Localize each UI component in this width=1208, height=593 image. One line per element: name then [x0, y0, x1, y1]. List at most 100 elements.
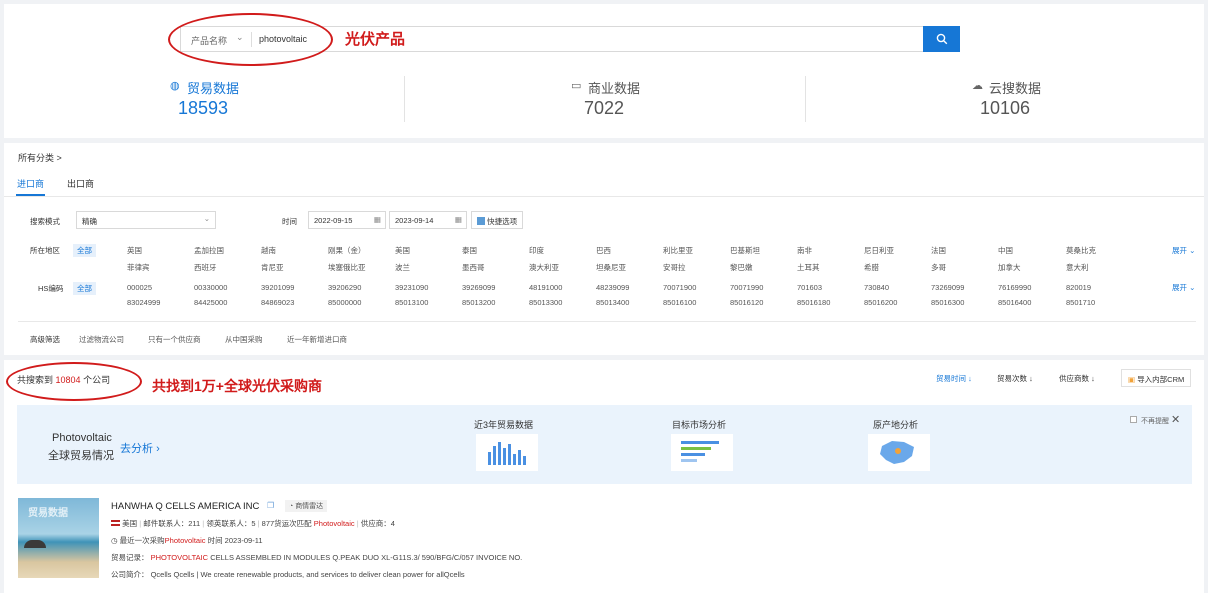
- stat-divider: [404, 76, 405, 122]
- company-name[interactable]: HANWHA Q CELLS AMERICA INC: [111, 501, 259, 512]
- go-analyze-link[interactable]: 去分析 ›: [120, 440, 160, 456]
- sort-trade-time[interactable]: 贸易时间 ↓: [936, 373, 972, 384]
- region-option[interactable]: 美国: [395, 245, 410, 256]
- region-option[interactable]: 英国: [127, 245, 142, 256]
- copy-icon[interactable]: ❐: [267, 501, 274, 510]
- region-option[interactable]: 刚果（金）: [328, 245, 366, 256]
- hs-code-option[interactable]: 85013300: [529, 298, 562, 307]
- import-crm-label: 导入内部CRM: [1137, 375, 1185, 384]
- supplier-count[interactable]: 供应商：4: [361, 519, 395, 528]
- email-contacts[interactable]: 邮件联系人：211: [143, 519, 200, 528]
- region-option[interactable]: 希腊: [864, 262, 879, 273]
- date-start-input[interactable]: 2022-09-15 ▦: [308, 211, 386, 229]
- hs-code-option[interactable]: 701603: [797, 283, 822, 292]
- region-option[interactable]: 尼日利亚: [864, 245, 894, 256]
- hs-code-option[interactable]: 39269099: [462, 283, 495, 292]
- adv-option-single-supplier[interactable]: 只有一个供应商: [148, 334, 201, 345]
- region-option[interactable]: 西班牙: [194, 262, 217, 273]
- region-option[interactable]: 巴基斯坦: [730, 245, 760, 256]
- import-crm-button[interactable]: ▣ 导入内部CRM: [1121, 369, 1192, 387]
- date-end-input[interactable]: 2023-09-14 ▦: [389, 211, 467, 229]
- card-trade-chart[interactable]: [476, 434, 538, 471]
- linkedin-contacts[interactable]: 领英联系人：5: [206, 519, 255, 528]
- region-option[interactable]: 越南: [261, 245, 276, 256]
- hs-code-option[interactable]: 39206290: [328, 283, 361, 292]
- hs-code-option[interactable]: 000025: [127, 283, 152, 292]
- hs-code-option[interactable]: 85016300: [931, 298, 964, 307]
- region-option[interactable]: 泰国: [462, 245, 477, 256]
- hs-code-option[interactable]: 83024999: [127, 298, 160, 307]
- sort-supplier-count[interactable]: 供应商数 ↓: [1059, 373, 1095, 384]
- region-option[interactable]: 法国: [931, 245, 946, 256]
- region-option[interactable]: 澳大利亚: [529, 262, 559, 273]
- clock-icon: ◷: [111, 536, 118, 545]
- region-option[interactable]: 肯尼亚: [261, 262, 284, 273]
- region-option[interactable]: 黎巴嫩: [730, 262, 753, 273]
- hs-code-option[interactable]: 73269099: [931, 283, 964, 292]
- tab-exporter[interactable]: 出口商: [67, 177, 94, 190]
- region-option[interactable]: 孟加拉国: [194, 245, 224, 256]
- close-icon[interactable]: ✕: [1171, 413, 1180, 426]
- radar-tag[interactable]: ◔ 商情雷达: [285, 500, 328, 512]
- hs-code-option[interactable]: 39231090: [395, 283, 428, 292]
- hs-code-option[interactable]: 85016180: [797, 298, 830, 307]
- hs-code-option[interactable]: 85013200: [462, 298, 495, 307]
- dismiss-checkbox[interactable]: [1130, 416, 1137, 423]
- region-option[interactable]: 莫桑比克: [1066, 245, 1096, 256]
- hs-code-option[interactable]: 85016400: [998, 298, 1031, 307]
- stat-business-label: 商业数据: [588, 81, 641, 96]
- region-option[interactable]: 波兰: [395, 262, 410, 273]
- hs-code-option[interactable]: 85016120: [730, 298, 763, 307]
- hs-code-option[interactable]: 00330000: [194, 283, 227, 292]
- region-expand[interactable]: 展开 ⌄: [1172, 245, 1195, 256]
- region-option[interactable]: 中国: [998, 245, 1013, 256]
- waybill-keyword: Photovoltaic: [313, 519, 355, 528]
- hs-code-option[interactable]: 76169990: [998, 283, 1031, 292]
- card-origin-chart[interactable]: [868, 434, 930, 471]
- hs-code-option[interactable]: 39201099: [261, 283, 294, 292]
- hs-all-chip[interactable]: 全部: [73, 282, 96, 295]
- hs-code-option[interactable]: 85016200: [864, 298, 897, 307]
- adv-option-logistics[interactable]: 过滤物流公司: [79, 334, 124, 345]
- hs-code-option[interactable]: 48191000: [529, 283, 562, 292]
- region-option[interactable]: 多哥: [931, 262, 946, 273]
- hs-code-option[interactable]: 730840: [864, 283, 889, 292]
- region-option[interactable]: 坦桑尼亚: [596, 262, 626, 273]
- region-option[interactable]: 菲律宾: [127, 262, 150, 273]
- region-option[interactable]: 安哥拉: [663, 262, 686, 273]
- breadcrumb[interactable]: 所有分类 >: [18, 151, 62, 164]
- region-option[interactable]: 南非: [797, 245, 812, 256]
- hbar-chart-icon: [681, 441, 719, 462]
- card-market-chart[interactable]: [671, 434, 733, 471]
- hs-code-option[interactable]: 48239099: [596, 283, 629, 292]
- hs-code-option[interactable]: 8501710: [1066, 298, 1095, 307]
- hs-expand[interactable]: 展开 ⌄: [1172, 282, 1195, 293]
- adv-option-china[interactable]: 从中国采购: [225, 334, 263, 345]
- hs-code-option[interactable]: 85013100: [395, 298, 428, 307]
- hs-code-option[interactable]: 70071990: [730, 283, 763, 292]
- region-option[interactable]: 利比里亚: [663, 245, 693, 256]
- hs-code-option[interactable]: 85000000: [328, 298, 361, 307]
- hs-code-option[interactable]: 84869023: [261, 298, 294, 307]
- search-button[interactable]: [923, 26, 960, 52]
- region-option[interactable]: 埃塞俄比亚: [328, 262, 366, 273]
- hs-code-option[interactable]: 70071900: [663, 283, 696, 292]
- quick-option-button[interactable]: 快捷选项: [471, 211, 524, 229]
- company-thumbnail[interactable]: 贸易数据: [18, 498, 99, 578]
- region-option[interactable]: 土耳其: [797, 262, 820, 273]
- hs-code-option[interactable]: 85016100: [663, 298, 696, 307]
- region-option[interactable]: 加拿大: [998, 262, 1021, 273]
- hs-code-option[interactable]: 85013400: [596, 298, 629, 307]
- region-all-chip[interactable]: 全部: [73, 244, 96, 257]
- tab-importer[interactable]: 进口商: [17, 177, 44, 190]
- hs-code-option[interactable]: 84425000: [194, 298, 227, 307]
- sort-trade-count[interactable]: 贸易次数 ↓: [997, 373, 1033, 384]
- region-option[interactable]: 墨西哥: [462, 262, 485, 273]
- search-mode-select[interactable]: 精确 ⌄: [76, 211, 216, 229]
- stat-business-value: 7022: [584, 98, 625, 118]
- region-option[interactable]: 巴西: [596, 245, 611, 256]
- region-option[interactable]: 印度: [529, 245, 544, 256]
- adv-option-new-importers[interactable]: 近一年新增进口商: [287, 334, 347, 345]
- hs-code-option[interactable]: 820019: [1066, 283, 1091, 292]
- region-option[interactable]: 意大利: [1066, 262, 1089, 273]
